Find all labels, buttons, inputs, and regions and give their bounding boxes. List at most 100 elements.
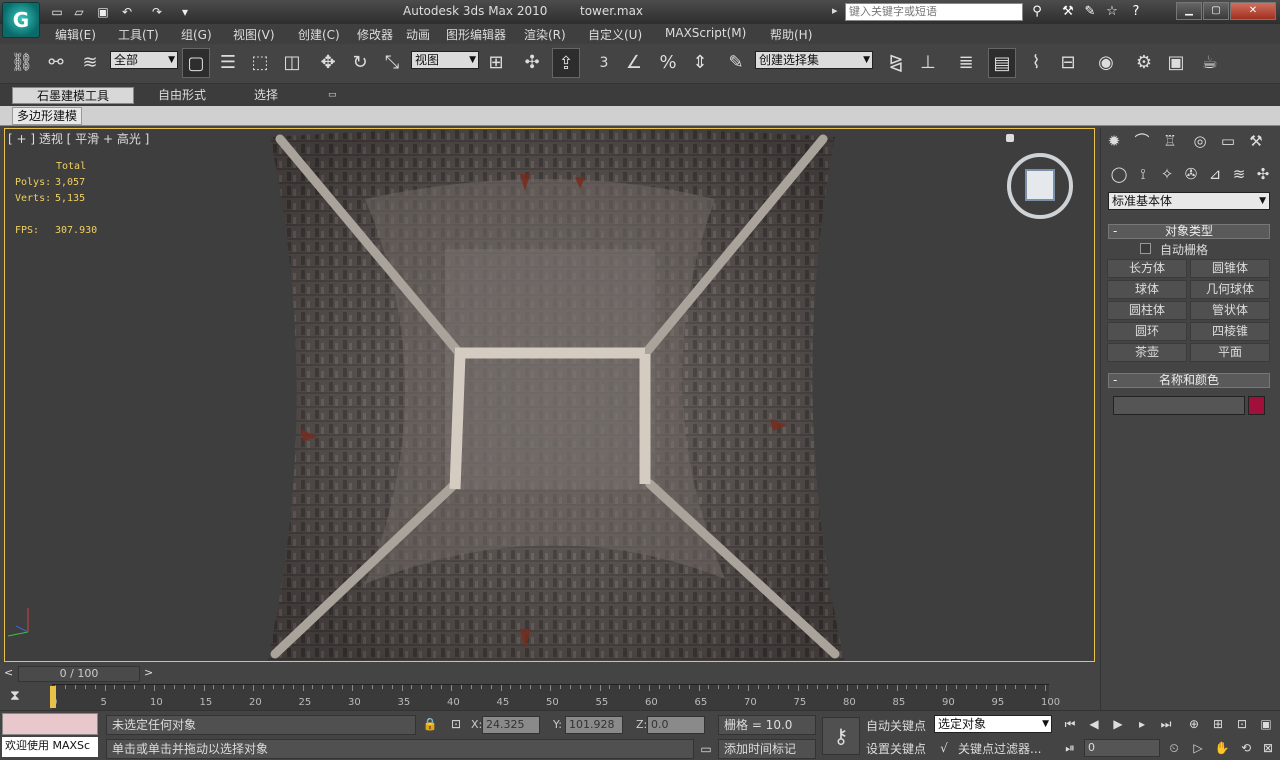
select-and-link-icon[interactable]: ⛓ (8, 48, 36, 78)
rollout-object-type[interactable]: - 对象类型 (1108, 224, 1270, 239)
menu-graph-editors[interactable]: 图形编辑器 (446, 26, 506, 43)
ribbon-options-icon[interactable]: ▭ (318, 87, 347, 104)
menu-tools[interactable]: 工具(T) (118, 26, 159, 43)
mirror-icon[interactable]: ⧎ (882, 48, 910, 78)
mini-curve-editor-icon[interactable]: ⧗ (10, 688, 32, 706)
restore-button[interactable]: ▢ (1203, 2, 1229, 20)
graphite-modeling-tools-icon[interactable]: ▤ (988, 48, 1016, 78)
lights-icon[interactable]: ✧ (1156, 163, 1178, 185)
slider-prev-icon[interactable]: < (4, 666, 16, 682)
search-expand-icon[interactable]: ▸ (832, 4, 844, 20)
spinner-snap-icon[interactable]: ⇕ (686, 48, 714, 78)
object-name-input[interactable] (1113, 396, 1245, 415)
close-button[interactable]: ✕ (1230, 2, 1276, 20)
helpers-icon[interactable]: ⊿ (1204, 163, 1226, 185)
current-frame-marker[interactable] (50, 686, 56, 708)
zoom-all-icon[interactable]: ⊞ (1208, 715, 1228, 733)
pan-icon[interactable]: ✋ (1212, 739, 1232, 757)
systems-icon[interactable]: ✣ (1252, 163, 1274, 185)
edit-named-selection-icon[interactable]: ✎ (722, 48, 750, 78)
space-warps-icon[interactable]: ≋ (1228, 163, 1250, 185)
material-editor-icon[interactable]: ◉ (1092, 48, 1120, 78)
binoculars-icon[interactable]: ⚲ (1027, 3, 1047, 21)
zoom-icon[interactable]: ⊕ (1184, 715, 1204, 733)
select-object-icon[interactable]: ▢ (182, 48, 210, 78)
rectangular-selection-icon[interactable]: ⬚ (246, 48, 274, 78)
go-to-start-icon[interactable]: ⏮ (1060, 715, 1080, 733)
named-selection-dropdown[interactable]: 创建选择集 ▼ (755, 51, 873, 69)
new-file-icon[interactable]: ▭ (48, 4, 66, 20)
time-configuration-icon[interactable]: ⏲ (1164, 739, 1184, 757)
unlink-icon[interactable]: ⚯ (42, 48, 70, 78)
viewcube-ring[interactable] (1007, 153, 1073, 219)
shapes-icon[interactable]: ⟟ (1132, 163, 1154, 185)
menu-customize[interactable]: 自定义(U) (588, 26, 642, 43)
render-setup-icon[interactable]: ⚙ (1130, 48, 1158, 78)
x-coordinate-input[interactable]: 24.325 (482, 716, 540, 734)
rendered-frame-window-icon[interactable]: ▣ (1162, 48, 1190, 78)
viewcube-icon[interactable] (1025, 169, 1055, 201)
object-category-dropdown[interactable]: 标准基本体 ▼ (1108, 192, 1270, 210)
align-icon[interactable]: ⊥ (914, 48, 942, 78)
default-in-out-tangent-icon[interactable]: √ (934, 739, 954, 757)
geosphere-button[interactable]: 几何球体 (1190, 280, 1270, 299)
redo-icon[interactable]: ↷ (148, 4, 166, 20)
angle-snap-icon[interactable]: ∠ (620, 48, 648, 78)
tube-button[interactable]: 管状体 (1190, 301, 1270, 320)
menu-modifiers[interactable]: 修改器 (357, 26, 393, 43)
auto-key-button[interactable]: 自动关键点 (866, 717, 926, 734)
rollout-name-color[interactable]: - 名称和颜色 (1108, 373, 1270, 388)
transform-mode-icon[interactable]: ⊡ (446, 715, 466, 733)
select-manipulate-icon[interactable]: ✣ (518, 48, 546, 78)
cylinder-button[interactable]: 圆柱体 (1107, 301, 1187, 320)
schematic-view-icon[interactable]: ⊟ (1054, 48, 1082, 78)
create-panel-icon[interactable]: ✹ (1103, 130, 1125, 152)
key-mode-dropdown[interactable]: 选定对象 ▼ (934, 715, 1052, 733)
torus-button[interactable]: 圆环 (1107, 322, 1187, 341)
field-of-view-icon[interactable]: ▷ (1188, 739, 1208, 757)
orbit-icon[interactable]: ⟲ (1236, 739, 1256, 757)
select-by-name-icon[interactable]: ☰ (214, 48, 242, 78)
maxscript-input[interactable]: 欢迎使用 MAXSc (2, 737, 98, 757)
menu-help[interactable]: 帮助(H) (770, 26, 812, 43)
zoom-extents-all-icon[interactable]: ▣ (1256, 715, 1276, 733)
search-input[interactable]: 键入关键字或短语 (845, 3, 1023, 21)
move-icon[interactable]: ✥ (314, 48, 342, 78)
previous-frame-icon[interactable]: ◀ (1084, 715, 1104, 733)
menu-views[interactable]: 视图(V) (233, 26, 275, 43)
key-filters-button[interactable]: 关键点过滤器... (958, 740, 1041, 757)
slider-next-icon[interactable]: > (144, 666, 156, 682)
z-coordinate-input[interactable]: 0.0 (647, 716, 705, 734)
play-icon[interactable]: ▶ (1108, 715, 1128, 733)
lock-selection-icon[interactable]: 🔒 (420, 715, 440, 733)
snap-toggle-icon[interactable]: 3 (590, 48, 618, 78)
current-frame-input[interactable]: 0 (1084, 739, 1160, 757)
reference-coordinate-dropdown[interactable]: 视图 ▼ (411, 51, 479, 69)
keyboard-shortcut-override-icon[interactable]: ⇪ (552, 48, 580, 78)
time-tag-icon[interactable]: ▭ (696, 740, 716, 758)
minimize-button[interactable]: ▁ (1176, 2, 1202, 20)
geometry-icon[interactable]: ◯ (1108, 163, 1130, 185)
pyramid-button[interactable]: 四棱锥 (1190, 322, 1270, 341)
menu-maxscript[interactable]: MAXScript(M) (665, 26, 746, 40)
window-crossing-icon[interactable]: ◫ (278, 48, 306, 78)
tab-graphite-modeling[interactable]: 石墨建模工具 (12, 87, 135, 104)
selection-filter-dropdown[interactable]: 全部 ▼ (110, 51, 178, 69)
motion-panel-icon[interactable]: ◎ (1189, 130, 1211, 152)
maxscript-listener-mini[interactable] (2, 713, 98, 735)
perspective-viewport[interactable] (4, 128, 1095, 662)
modify-panel-icon[interactable]: ⌒ (1131, 130, 1153, 152)
y-coordinate-input[interactable]: 101.928 (565, 716, 623, 734)
tab-selection[interactable]: 选择 (244, 87, 288, 104)
track-bar[interactable]: 0510152025303540455055606570758085909510… (51, 684, 1060, 710)
quick-access-dropdown-icon[interactable]: ▾ (176, 4, 194, 20)
menu-group[interactable]: 组(G) (181, 26, 212, 43)
favorites-icon[interactable]: ☆ (1102, 3, 1122, 21)
key-mode-toggle-icon[interactable]: ⏯ (1060, 739, 1080, 757)
menu-animation[interactable]: 动画 (406, 26, 430, 43)
percent-snap-icon[interactable]: % (654, 48, 682, 78)
autogrid-checkbox[interactable] (1140, 243, 1151, 254)
curve-editor-icon[interactable]: ⌇ (1022, 48, 1050, 78)
help-icon[interactable]: ? (1126, 3, 1146, 21)
layer-manager-icon[interactable]: ≣ (952, 48, 980, 78)
